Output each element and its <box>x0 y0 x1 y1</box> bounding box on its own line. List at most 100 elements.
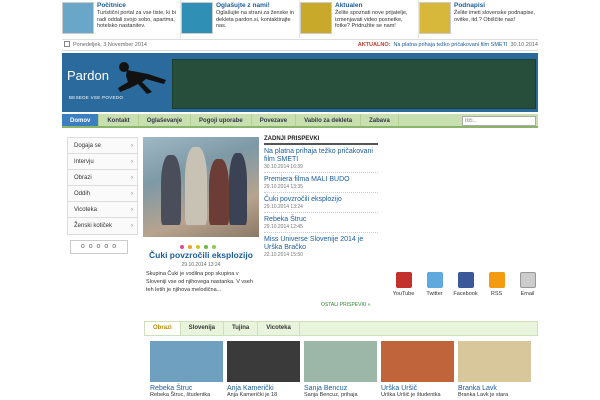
sidebar-item-oddih[interactable]: Oddih › <box>68 186 137 202</box>
nav-item-pogoji[interactable]: Pogoji uporabe <box>191 114 252 126</box>
social-label: Email <box>520 291 535 297</box>
site-logo[interactable]: Pardon <box>67 68 109 83</box>
list-item: Premiera filma MALI BUDO 29.10.2014 13:35 <box>264 173 378 193</box>
gallery-description: Branka Lavk je stara <box>458 392 509 398</box>
gallery-name[interactable]: Anja Kamerički <box>227 385 300 392</box>
feature-title[interactable]: Čuki povzročili eksplozijo <box>143 250 259 260</box>
promo-description: Turistični portal za vse tiste, ki bi ra… <box>97 10 176 30</box>
feature-photo-figure <box>229 153 247 225</box>
gallery-image[interactable] <box>381 341 454 382</box>
promo-title[interactable]: Aktualen <box>335 2 416 10</box>
chevron-right-icon: › <box>131 191 133 197</box>
nav-item-oglasevanje[interactable]: Oglaševanje <box>139 114 192 126</box>
nav-item-zabava[interactable]: Zabava <box>361 114 399 126</box>
tab-tujina[interactable]: Tujina <box>224 322 259 335</box>
gallery-name[interactable]: Branka Lavk <box>458 385 531 392</box>
more-posts-link[interactable]: OSTALI PRISPEVKI » <box>321 302 370 308</box>
nav-item-domov[interactable]: Domov <box>62 114 100 126</box>
promo-thumbnail[interactable] <box>419 2 451 34</box>
partner-logo[interactable]: o o o o o <box>70 240 128 254</box>
latest-posts-heading: ZADNJI PRISPEVKI <box>264 136 378 145</box>
promo-title[interactable]: Podnapisi <box>454 2 536 10</box>
gallery-name[interactable]: Rebeka Štruc <box>150 385 223 392</box>
post-date: 30.10.2014 16:39 <box>264 164 303 170</box>
post-title[interactable]: Rebeka Štruc <box>264 216 378 224</box>
site-tagline: BESEDE VSE POVEDO <box>69 95 124 100</box>
social-youtube[interactable]: YouTube <box>390 272 417 297</box>
breaking-news-link[interactable]: Na platna prihaja težko pričakovani film… <box>393 42 507 48</box>
promo-thumbnail[interactable] <box>181 2 213 34</box>
sidebar-item-intervju[interactable]: Intervju › <box>68 154 137 170</box>
promo-item[interactable]: Počitnice Turistični portal za vse tiste,… <box>62 0 181 38</box>
sidebar-item-zenski-koticek[interactable]: Ženski kotiček › <box>68 218 137 234</box>
promo-thumbnail[interactable] <box>300 2 332 34</box>
nav-item-vabilo[interactable]: Vabilo za dekleta <box>296 114 362 126</box>
promo-item[interactable]: Aktualen Želite spoznati nove prijatelje,… <box>300 0 419 38</box>
social-twitter[interactable]: Twitter <box>421 272 448 297</box>
sidebar-item-label: Obrazi <box>74 175 92 181</box>
chevron-right-icon: › <box>131 159 133 165</box>
youtube-icon <box>395 272 412 288</box>
gallery-tabs: Obrazi Slovenija Tujina Vicoteka <box>144 321 538 336</box>
promo-item[interactable]: Oglašujte z nami! Oglašujte na strani za … <box>181 0 300 38</box>
sidebar-item-obrazi[interactable]: Obrazi › <box>68 170 137 186</box>
tab-obrazi[interactable]: Obrazi <box>145 322 181 335</box>
chevron-right-icon: › <box>131 223 133 229</box>
sidebar-item-vicoteka[interactable]: Vicoteka › <box>68 202 137 218</box>
promo-description: Oglašujte na strani za ženske in dekleta… <box>216 10 294 30</box>
rss-icon <box>488 272 505 288</box>
feature-photo-figure <box>161 155 181 225</box>
list-item: Rebeka Štruc 29.10.2014 12:45 <box>264 213 378 233</box>
tab-vicoteka[interactable]: Vicoteka <box>258 322 300 335</box>
promo-thumbnail[interactable] <box>62 2 94 34</box>
gallery-item[interactable]: Rebeka Štruc Rebeka Štruc, študentka <box>150 341 223 398</box>
post-title[interactable]: Čuki povzročili eksplozijo <box>264 196 378 204</box>
search-input[interactable] <box>462 116 536 126</box>
promo-item[interactable]: Podnapisi Želite imeti slovenske podnapis… <box>419 0 538 38</box>
nav-item-povezave[interactable]: Povezave <box>252 114 297 126</box>
slider-dot[interactable] <box>188 245 192 249</box>
sidebar-item-label: Dogaja se <box>74 143 102 149</box>
sidebar-item-dogaja-se[interactable]: Dogaja se › <box>68 138 137 154</box>
feature-image[interactable] <box>143 137 259 237</box>
post-title[interactable]: Na platna prihaja težko pričakovani film… <box>264 148 378 164</box>
social-email[interactable]: Email <box>514 272 541 297</box>
social-links: YouTube Twitter Facebook RSS Email <box>390 272 541 297</box>
gallery-description: Urška Uršič je študentka <box>381 392 441 398</box>
post-title[interactable]: Premiera filma MALI BUDO <box>264 176 378 184</box>
gallery-image[interactable] <box>227 341 300 382</box>
header-banner[interactable] <box>172 59 536 109</box>
promo-title[interactable]: Počitnice <box>97 2 178 10</box>
gallery-name[interactable]: Sanja Bencuz <box>304 385 377 392</box>
social-facebook[interactable]: Facebook <box>452 272 479 297</box>
gallery-description: Anja Kamerički je 18 <box>227 392 278 398</box>
gallery: Rebeka Štruc Rebeka Štruc, študentka Anja… <box>150 341 531 398</box>
email-icon <box>519 272 536 288</box>
promo-title[interactable]: Oglašujte z nami! <box>216 2 297 10</box>
sidebar-item-label: Vicoteka <box>74 207 97 213</box>
sidebar-item-label: Intervju <box>74 159 94 165</box>
gallery-item[interactable]: Branka Lavk Branka Lavk je stara <box>458 341 531 398</box>
post-title[interactable]: Miss Universe Slovenije 2014 je Urška Br… <box>264 236 378 252</box>
gallery-name[interactable]: Urška Uršič <box>381 385 454 392</box>
slider-dot[interactable] <box>196 245 200 249</box>
social-rss[interactable]: RSS <box>483 272 510 297</box>
social-label: Facebook <box>453 291 478 297</box>
gallery-image[interactable] <box>150 341 223 382</box>
tab-slovenija[interactable]: Slovenija <box>181 322 225 335</box>
breaking-news-date: 30.10.2014 <box>510 42 538 48</box>
gallery-image[interactable] <box>304 341 377 382</box>
gallery-item[interactable]: Urška Uršič Urška Uršič je študentka <box>381 341 454 398</box>
slider-dot[interactable] <box>180 245 184 249</box>
gallery-item[interactable]: Sanja Bencuz Sanja Bencuz, prihaja <box>304 341 377 398</box>
slider-dot[interactable] <box>212 245 216 249</box>
breaking-news: AKTUALNO: Na platna prihaja težko pričako… <box>358 40 538 50</box>
latest-posts: ZADNJI PRISPEVKI Na platna prihaja težko… <box>264 136 378 260</box>
nav-item-kontakt[interactable]: Kontakt <box>99 114 139 126</box>
slider-dots <box>180 245 216 249</box>
gallery-image[interactable] <box>458 341 531 382</box>
social-label: RSS <box>490 291 503 297</box>
social-label: Twitter <box>426 291 443 297</box>
slider-dot[interactable] <box>204 245 208 249</box>
gallery-item[interactable]: Anja Kamerički Anja Kamerički je 18 <box>227 341 300 398</box>
